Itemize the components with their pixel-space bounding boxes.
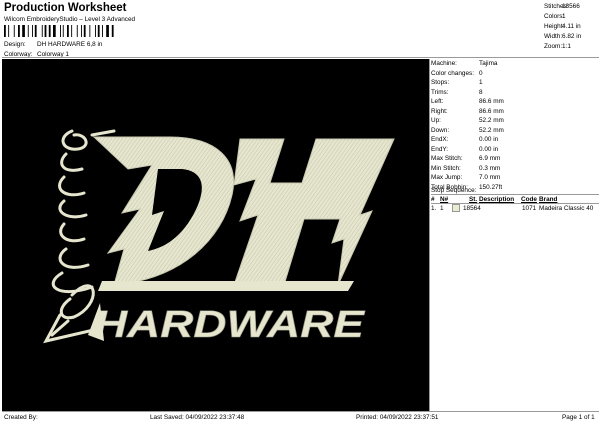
property-row: EndY: 0.00 in [431, 145, 599, 155]
printed: Printed: 04/09/2022 23:37:51 [356, 413, 438, 423]
printed-label: Printed: [356, 414, 379, 421]
last-saved-label: Last Saved: [150, 414, 184, 421]
embroidery-artwork: HARDWARE [43, 129, 395, 346]
stat-colors: Colors:1 [544, 12, 598, 22]
property-row: Trims: 8 [431, 88, 599, 98]
property-label: Min Stitch: [431, 164, 461, 172]
page-number: Page 1 of 1 [562, 414, 595, 421]
letter-h-shape [233, 138, 395, 286]
property-label: Right: [431, 107, 448, 115]
property-row: Left: 86.6 mm [431, 97, 599, 107]
property-label: Stops: [431, 79, 450, 86]
footer-divider [2, 411, 599, 412]
property-value: 1 [479, 79, 483, 86]
property-value: 8 [479, 88, 483, 96]
property-value: 86.6 mm [479, 98, 504, 105]
row-code: 1071 [522, 205, 537, 212]
printed-value: 04/09/2022 23:37:51 [379, 414, 439, 421]
property-value: 7.0 mm [479, 174, 501, 181]
stat-zoom: Zoom:1:1 [544, 42, 598, 52]
property-label: Left: [431, 98, 444, 105]
stat-height: Height:4.11 in [544, 22, 598, 32]
property-label: Up: [431, 117, 441, 124]
property-label: Trims: [431, 88, 449, 96]
stat-value: 6.82 in [562, 33, 582, 40]
property-label: Machine: [431, 60, 457, 67]
row-num: 1. [431, 205, 437, 212]
stat-label: Height: [544, 23, 565, 30]
property-value: 0.00 in [479, 145, 499, 153]
stat-label: Width: [544, 33, 563, 40]
design-row: Design: DH HARDWARE 6,8 in [4, 41, 102, 48]
property-value: 0.00 in [479, 136, 499, 143]
property-value: 86.6 mm [479, 107, 504, 115]
stat-value: 1 [562, 13, 566, 20]
property-row: Max Jump: 7.0 mm [431, 173, 599, 183]
stat-stitches: Stitches:18566 [544, 2, 598, 12]
stat-value: 1:1 [562, 43, 571, 50]
stat-value: 4.11 in [562, 23, 581, 30]
property-row: Right: 86.6 mm [431, 107, 599, 117]
property-label: Color changes: [431, 69, 474, 77]
property-row: Max Stitch: 6.9 mm [431, 154, 599, 164]
design-name: DH HARDWARE 6,8 in [37, 41, 103, 48]
table-row: 1. 1 18564 1071 Madeira Classic 40 [431, 204, 599, 213]
property-value: 0 [479, 69, 483, 77]
stat-label: Colors: [544, 13, 565, 20]
last-saved-value: 04/09/2022 23:37:48 [185, 414, 245, 421]
design-label: Design: [4, 41, 26, 48]
design-preview: HARDWARE [2, 59, 429, 411]
underline-shape [98, 281, 354, 291]
property-row: Up: 52.2 mm [431, 116, 599, 126]
stat-value: 18566 [562, 3, 580, 10]
property-row: Stops: 1 [431, 78, 599, 88]
property-value: 6.9 mm [479, 155, 501, 162]
machine-properties: Machine: Tajima Color changes: 0 Stops: 1 Trim… [431, 59, 599, 192]
property-value: 52.2 mm [479, 126, 504, 134]
stat-label: Stitches: [544, 3, 569, 10]
property-row: Color changes: 0 [431, 69, 599, 79]
created-by: Created By: [4, 414, 38, 421]
row-stitches: 18564 [463, 205, 481, 212]
stat-width: Width:6.82 in [544, 32, 598, 42]
property-row: Down: 52.2 mm [431, 126, 599, 136]
property-value: Tajima [479, 60, 498, 67]
header-divider [2, 57, 599, 58]
barcode [4, 25, 114, 37]
property-label: Max Jump: [431, 174, 463, 181]
stats-box: Stitches:18566 Colors:1 Height:4.11 in W… [544, 2, 598, 52]
property-label: EndX: [431, 136, 449, 143]
property-value: 52.2 mm [479, 117, 504, 124]
property-label: EndY: [431, 145, 449, 153]
property-row: EndX: 0.00 in [431, 135, 599, 145]
property-row: Min Stitch: 0.3 mm [431, 164, 599, 174]
software-name: Wilcom EmbroideryStudio – Level 3 Advanc… [4, 16, 136, 23]
row-n: 1 [440, 205, 444, 212]
property-row: Machine: Tajima [431, 59, 599, 69]
panel-divider [429, 59, 430, 411]
stat-label: Zoom: [544, 43, 563, 50]
row-brand: Madeira Classic 40 [539, 205, 594, 212]
property-label: Max Stitch: [431, 155, 463, 162]
last-saved: Last Saved: 04/09/2022 23:37:48 [150, 413, 244, 423]
property-label: Down: [431, 126, 450, 134]
thread-color-swatch [452, 204, 460, 212]
property-value: 0.3 mm [479, 164, 501, 172]
hardware-text: HARDWARE [94, 304, 366, 346]
page-title: Production Worksheet [4, 2, 127, 14]
